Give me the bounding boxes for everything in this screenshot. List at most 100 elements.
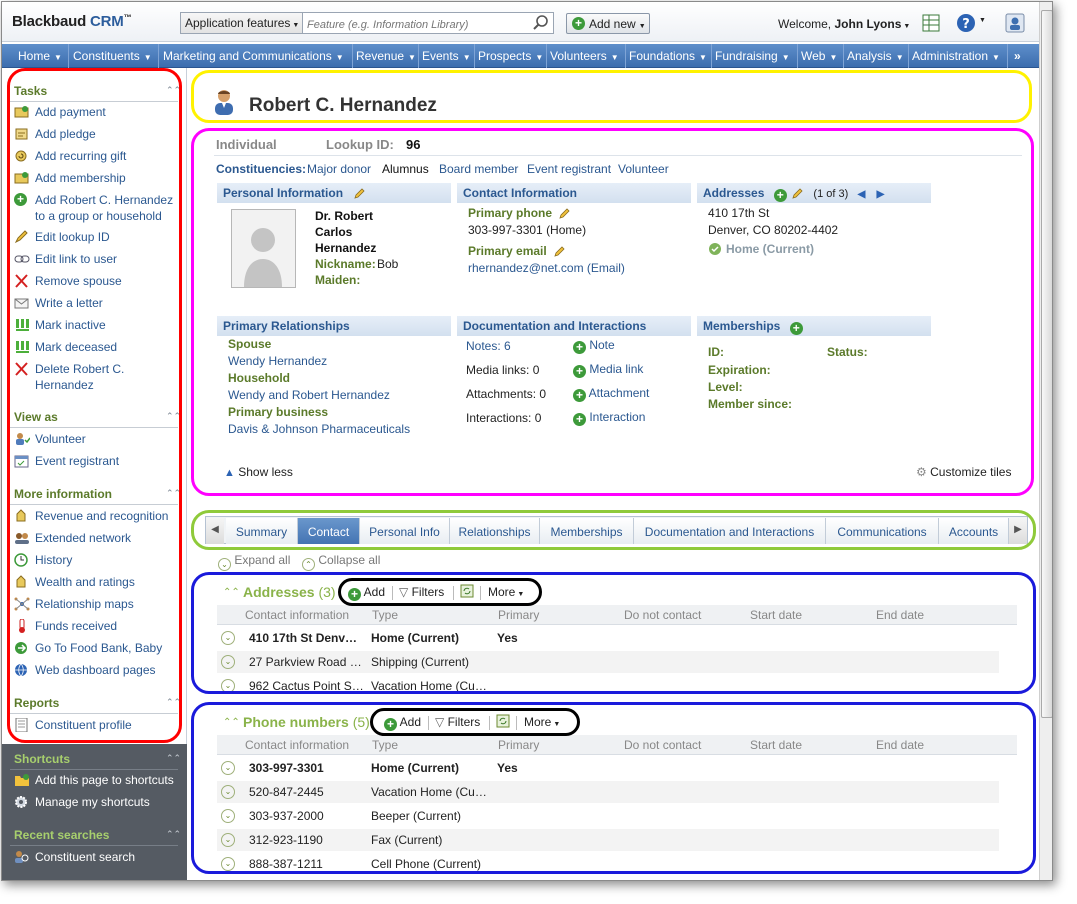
menu-home[interactable]: Home ▼ bbox=[2, 44, 69, 68]
expand-row-icon[interactable]: ⌄ bbox=[221, 809, 235, 823]
add-media-link-button[interactable]: + Media link bbox=[573, 362, 643, 378]
table-row[interactable]: 303-997-3301 Home (Current) Yes bbox=[217, 757, 999, 779]
menu-overflow-button[interactable]: » bbox=[1008, 44, 1039, 68]
add-new-button[interactable]: + Add new ▼ bbox=[566, 13, 650, 34]
table-row[interactable]: 888-387-1211 Cell Phone (Current) bbox=[217, 853, 999, 875]
previous-address-icon[interactable]: ◀ bbox=[858, 189, 866, 200]
scrollbar-thumb[interactable] bbox=[1041, 10, 1052, 718]
phones-refresh-button[interactable] bbox=[496, 714, 510, 731]
add-interaction-button[interactable]: + Interaction bbox=[573, 410, 645, 426]
tab-scroll-right-icon[interactable]: ▶ bbox=[1009, 518, 1027, 544]
tab-accounts[interactable]: Accounts bbox=[939, 518, 1009, 544]
table-row[interactable]: 410 17th St Denv… Home (Current) Yes bbox=[217, 627, 999, 649]
table-row[interactable]: 520-847-2445 Vacation Home (Cu… bbox=[217, 781, 999, 803]
addresses-filters-button[interactable]: ▽ Filters bbox=[399, 585, 444, 599]
constituency-board-member[interactable]: Board member bbox=[439, 162, 518, 176]
page-title: Robert C. Hernandez bbox=[249, 95, 437, 116]
customize-tiles-link[interactable]: ⚙ Customize tiles bbox=[916, 465, 1011, 479]
collapse-all-link[interactable]: ⌃ Collapse all bbox=[302, 553, 380, 571]
tab-contact[interactable]: Contact bbox=[298, 518, 360, 544]
household-link[interactable]: Wendy and Robert Hernandez bbox=[228, 388, 390, 402]
search-input[interactable] bbox=[305, 13, 525, 33]
tab-memberships[interactable]: Memberships bbox=[540, 518, 634, 544]
edit-pencil-icon[interactable] bbox=[559, 207, 571, 219]
phones-add-button[interactable]: + Add bbox=[384, 715, 421, 731]
primary-email-label: Primary email bbox=[468, 244, 566, 258]
collapse-phones-icon[interactable]: ⌃⌃ bbox=[223, 717, 240, 728]
table-row[interactable]: 962 Cactus Point S… Vacation Home (Cu… bbox=[217, 675, 999, 693]
spreadsheet-icon[interactable] bbox=[920, 12, 942, 34]
menu-prospects[interactable]: Prospects ▼ bbox=[475, 44, 547, 68]
table-row[interactable]: 312-923-1190 Fax (Current) bbox=[217, 829, 999, 851]
vertical-scrollbar[interactable] bbox=[1039, 2, 1052, 880]
edit-pencil-icon[interactable] bbox=[354, 187, 366, 199]
phones-more-button[interactable]: More ▼ bbox=[524, 715, 560, 729]
user-settings-icon[interactable] bbox=[1004, 12, 1026, 34]
edit-pencil-icon[interactable] bbox=[554, 245, 566, 257]
tab-strip: ◀ Summary Contact Personal Info Relation… bbox=[205, 516, 1028, 544]
constituency-volunteer[interactable]: Volunteer bbox=[618, 162, 669, 176]
search-icon[interactable] bbox=[531, 14, 551, 32]
menu-revenue[interactable]: Revenue ▼ bbox=[353, 44, 419, 68]
help-icon[interactable]: ? ▼ bbox=[955, 12, 986, 34]
expand-row-icon[interactable]: ⌄ bbox=[221, 785, 235, 799]
notes-count[interactable]: Notes: 6 bbox=[466, 339, 511, 353]
collapse-tasks-icon[interactable]: ⌃⌃ bbox=[166, 85, 181, 96]
menu-analysis[interactable]: Analysis ▼ bbox=[844, 44, 909, 68]
expand-row-icon[interactable]: ⌄ bbox=[221, 857, 235, 871]
menu-web[interactable]: Web ▼ bbox=[798, 44, 844, 68]
addresses-refresh-button[interactable] bbox=[460, 584, 474, 601]
expand-row-icon[interactable]: ⌄ bbox=[221, 655, 235, 669]
menu-administration[interactable]: Administration ▼ bbox=[909, 44, 1008, 68]
menu-volunteers[interactable]: Volunteers ▼ bbox=[547, 44, 626, 68]
collapse-reports-icon[interactable]: ⌃⌃ bbox=[166, 697, 181, 708]
collapse-view-as-icon[interactable]: ⌃⌃ bbox=[166, 411, 181, 422]
phones-filters-button[interactable]: ▽ Filters bbox=[435, 715, 480, 729]
tab-documentation-interactions[interactable]: Documentation and Interactions bbox=[634, 518, 826, 544]
addresses-add-button[interactable]: + Add bbox=[348, 585, 385, 601]
spouse-link[interactable]: Wendy Hernandez bbox=[228, 354, 327, 368]
primary-business-link[interactable]: Davis & Johnson Pharmaceuticals bbox=[228, 422, 410, 436]
constituencies-label: Constituencies: bbox=[216, 162, 307, 176]
tab-communications[interactable]: Communications bbox=[826, 518, 939, 544]
primary-phone-value: 303-997-3301 (Home) bbox=[468, 223, 587, 237]
add-membership-icon[interactable]: + bbox=[789, 322, 803, 335]
tab-scroll-left-icon[interactable]: ◀ bbox=[206, 518, 224, 544]
next-address-icon[interactable]: ▶ bbox=[877, 189, 885, 200]
collapse-shortcuts-icon[interactable]: ⌃⌃ bbox=[166, 753, 181, 764]
edit-pencil-icon[interactable] bbox=[792, 187, 804, 199]
check-circle-icon bbox=[709, 243, 721, 255]
link-icon bbox=[14, 255, 30, 263]
expand-row-icon[interactable]: ⌄ bbox=[221, 761, 235, 775]
expand-row-icon[interactable]: ⌄ bbox=[221, 833, 235, 847]
primary-email-value[interactable]: rhernandez@net.com (Email) bbox=[468, 261, 625, 275]
menu-events[interactable]: Events ▼ bbox=[419, 44, 475, 68]
welcome-user[interactable]: Welcome, John Lyons ▼ bbox=[778, 17, 910, 31]
constituency-alumnus[interactable]: Alumnus bbox=[382, 162, 429, 176]
tab-personal-info[interactable]: Personal Info bbox=[360, 518, 450, 544]
show-less-link[interactable]: ▲ Show less bbox=[224, 465, 293, 479]
add-note-button[interactable]: + Note bbox=[573, 338, 615, 354]
table-row[interactable]: 303-937-2000 Beeper (Current) bbox=[217, 805, 999, 827]
table-row[interactable]: 27 Parkview Road … Shipping (Current) bbox=[217, 651, 999, 673]
menu-fundraising[interactable]: Fundraising ▼ bbox=[712, 44, 798, 68]
constituency-event-registrant[interactable]: Event registrant bbox=[527, 162, 611, 176]
collapse-addresses-icon[interactable]: ⌃⌃ bbox=[223, 587, 240, 598]
gear-icon bbox=[15, 796, 27, 808]
addresses-more-button[interactable]: More ▼ bbox=[488, 585, 524, 599]
menu-constituents[interactable]: Constituents ▼ bbox=[69, 44, 159, 68]
menu-marketing[interactable]: Marketing and Communications ▼ bbox=[159, 44, 353, 68]
add-attachment-button[interactable]: + Attachment bbox=[573, 386, 649, 402]
tab-summary[interactable]: Summary bbox=[226, 518, 298, 544]
expand-all-link[interactable]: ⌄ Expand all bbox=[218, 553, 290, 571]
menu-foundations[interactable]: Foundations ▼ bbox=[626, 44, 712, 68]
collapse-recent-icon[interactable]: ⌃⌃ bbox=[166, 829, 181, 840]
collapse-more-info-icon[interactable]: ⌃⌃ bbox=[166, 488, 181, 499]
add-address-icon[interactable]: + bbox=[773, 189, 787, 202]
expand-row-icon[interactable]: ⌄ bbox=[221, 679, 235, 693]
expand-row-icon[interactable]: ⌄ bbox=[221, 631, 235, 645]
search-scope-dropdown[interactable]: Application features ▼ bbox=[181, 13, 303, 33]
constituency-major-donor[interactable]: Major donor bbox=[307, 162, 371, 176]
tab-relationships[interactable]: Relationships bbox=[450, 518, 540, 544]
nickname-value: Bob bbox=[377, 257, 399, 271]
